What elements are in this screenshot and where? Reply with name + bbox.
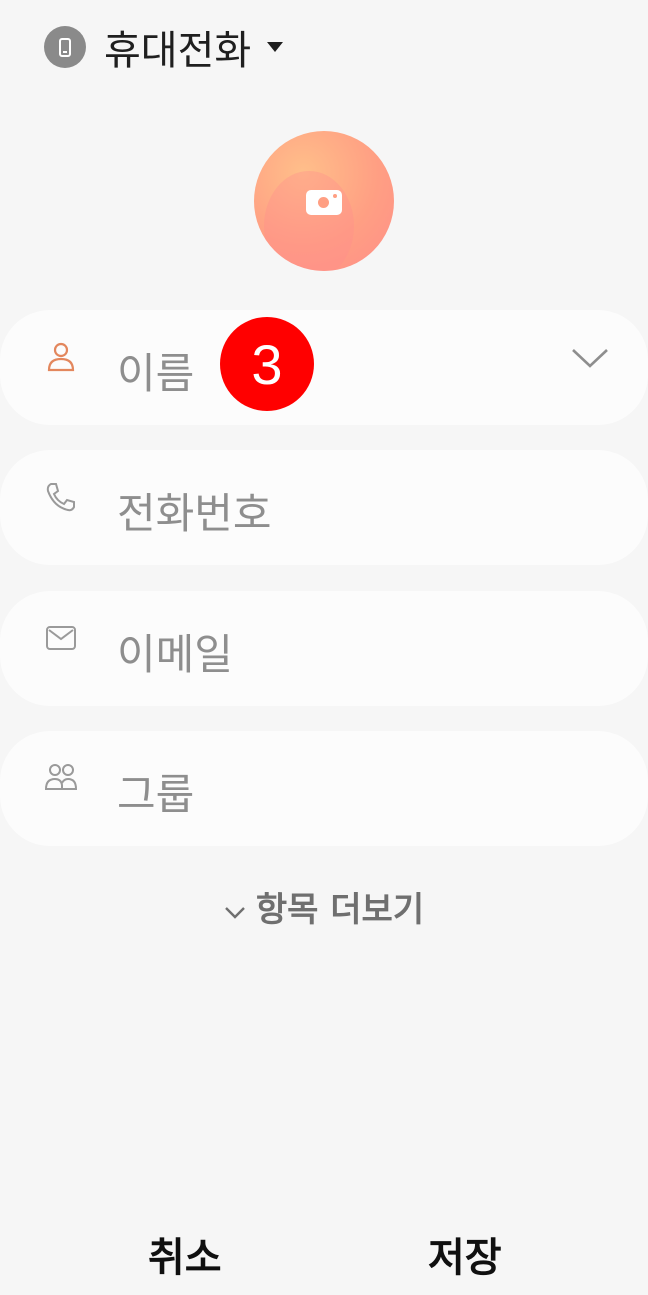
mail-icon — [46, 626, 76, 650]
contact-photo-button[interactable] — [254, 131, 394, 271]
name-placeholder: 이름 — [117, 349, 195, 398]
group-field[interactable]: 그룹 — [0, 731, 648, 846]
phone-storage-icon — [44, 26, 86, 68]
group-icon — [44, 764, 78, 790]
storage-label: 휴대전화 — [104, 28, 252, 74]
more-fields-label: 항목 더보기 — [255, 890, 425, 930]
dropdown-caret-icon — [267, 42, 284, 52]
email-field[interactable]: 이메일 — [0, 591, 648, 706]
name-field[interactable]: 이름 — [0, 310, 648, 425]
step-badge: 3 — [220, 317, 314, 411]
phone-field[interactable]: 전화번호 — [0, 450, 648, 565]
save-button[interactable]: 저장 — [428, 1225, 502, 1283]
phone-icon — [46, 483, 75, 512]
phone-placeholder: 전화번호 — [117, 489, 272, 538]
chevron-down-icon[interactable] — [570, 346, 610, 370]
camera-icon — [306, 190, 342, 215]
person-icon — [47, 342, 75, 372]
email-placeholder: 이메일 — [117, 630, 233, 679]
storage-selector[interactable]: 휴대전화 — [44, 22, 284, 74]
cancel-button[interactable]: 취소 — [148, 1225, 222, 1283]
more-fields-button[interactable]: 항목 더보기 — [0, 882, 648, 931]
chevron-down-small-icon — [225, 906, 245, 919]
group-placeholder: 그룹 — [117, 770, 195, 819]
